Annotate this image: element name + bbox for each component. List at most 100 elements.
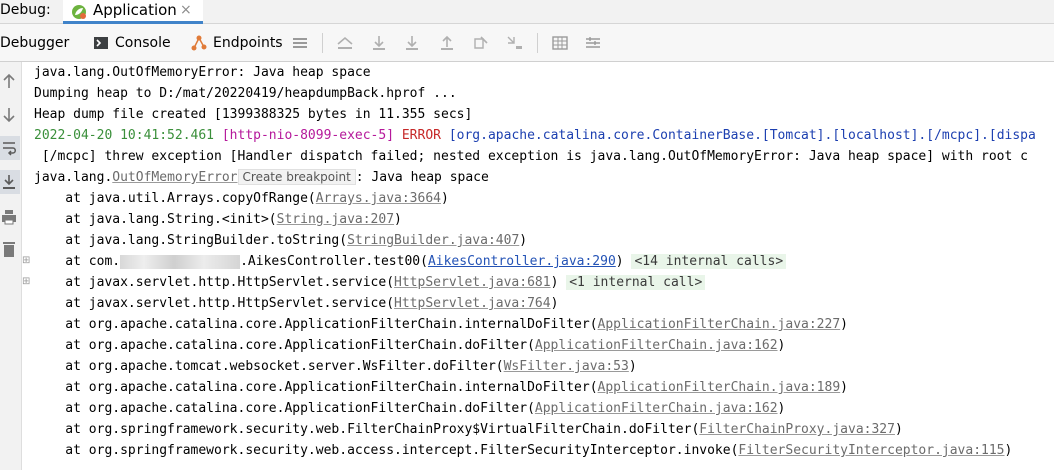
show-execution-point-icon[interactable] xyxy=(336,34,354,52)
stack-frame: at org.apache.tomcat.websocket.server.Ws… xyxy=(34,356,636,377)
step-into-icon[interactable] xyxy=(403,34,421,52)
expand-fold-icon[interactable]: ⊞ xyxy=(22,276,30,287)
console-icon xyxy=(94,37,108,49)
stack-frame: at org.apache.catalina.core.ApplicationF… xyxy=(34,377,848,398)
trash-icon[interactable] xyxy=(1,240,17,258)
debug-toolbar: Debugger Console Endpoints xyxy=(0,24,1054,62)
frame-text: at org.springframework.security.web.acce… xyxy=(34,443,739,458)
internal-calls-badge[interactable]: <14 internal calls> xyxy=(631,254,787,269)
console-line: java.lang.OutOfMemoryError: Java heap sp… xyxy=(34,62,371,83)
soft-wrap-icon[interactable] xyxy=(1,139,17,157)
frame-text: ) xyxy=(1004,443,1013,458)
frame-text: ) xyxy=(519,233,528,248)
expand-fold-icon[interactable]: ⊞ xyxy=(22,255,30,266)
redacted-package xyxy=(120,254,241,269)
stack-frame: at org.springframework.security.web.Filt… xyxy=(34,419,903,440)
stack-frame: at javax.servlet.http.HttpServlet.servic… xyxy=(34,272,706,293)
source-link[interactable]: HttpServlet.java:764 xyxy=(394,296,551,311)
source-link[interactable]: HttpServlet.java:681 xyxy=(394,275,551,290)
frame-text: ) xyxy=(394,212,402,227)
console-line: java.lang.OutOfMemoryError Create breakpo… xyxy=(34,167,489,188)
internal-calls-badge[interactable]: <1 internal call> xyxy=(566,275,706,290)
frame-text: at com. xyxy=(34,254,121,269)
console-line: Dumping heap to D:/mat/20220419/heapdump… xyxy=(34,83,457,104)
frame-text: at java.lang.String.<init>( xyxy=(34,212,277,227)
stack-frame: at org.springframework.security.web.acce… xyxy=(34,440,1012,461)
frame-text: at org.apache.catalina.core.ApplicationF… xyxy=(34,317,598,332)
frame-text: ) xyxy=(840,380,848,395)
stack-frame: at com. .AikesController.test00(AikesCont… xyxy=(34,251,787,272)
console-line: [/mcpc] threw exception [Handler dispatc… xyxy=(34,146,1028,167)
frame-text: at org.apache.catalina.core.ApplicationF… xyxy=(34,380,598,395)
close-icon[interactable]: × xyxy=(180,2,192,18)
stack-frame: at javax.servlet.http.HttpServlet.servic… xyxy=(34,293,558,314)
frame-text: at org.springframework.security.web.Filt… xyxy=(34,422,700,437)
console-output[interactable]: java.lang.OutOfMemoryError : Java heap sp… xyxy=(22,62,1054,470)
console-text: Dumping heap to D:/mat/20220419/heapdump… xyxy=(34,86,457,101)
stack-frame: at org.apache.catalina.core.ApplicationF… xyxy=(34,314,848,335)
frame-text: at javax.servlet.http.HttpServlet.servic… xyxy=(34,296,395,311)
endpoints-icon xyxy=(191,35,207,51)
console-text: [/mcpc] threw exception [Handler dispatc… xyxy=(34,149,1028,164)
console-gutter xyxy=(0,62,22,470)
exception-link[interactable]: OutOfMemoryError xyxy=(112,170,237,185)
frame-text: ) xyxy=(441,191,449,206)
console-text: java.lang.OutOfMemoryError: Java heap sp… xyxy=(34,65,371,80)
source-link[interactable]: ApplicationFilterChain.java:227 xyxy=(598,317,841,332)
tab-endpoints[interactable]: Endpoints xyxy=(213,35,283,51)
source-link[interactable]: ApplicationFilterChain.java:162 xyxy=(535,401,778,416)
source-link[interactable]: Arrays.java:3664 xyxy=(316,191,441,206)
frame-text: ) xyxy=(777,338,786,353)
print-icon[interactable] xyxy=(1,208,17,226)
toolbar-divider xyxy=(537,33,538,53)
toolbar-divider xyxy=(322,33,323,53)
debug-tab-bar: Debug: Application × xyxy=(0,0,1054,24)
stack-frame: at org.apache.catalina.core.ApplicationF… xyxy=(34,398,785,419)
menu-icon[interactable] xyxy=(291,34,309,52)
source-link[interactable]: StringBuilder.java:407 xyxy=(347,233,519,248)
console-text: Heap dump file created [1399388325 bytes… xyxy=(34,107,473,122)
frame-text: at org.apache.catalina.core.ApplicationF… xyxy=(34,338,535,353)
console-line: Heap dump file created [1399388325 bytes… xyxy=(34,104,472,125)
source-link[interactable]: ApplicationFilterChain.java:189 xyxy=(598,380,841,395)
step-over-icon[interactable] xyxy=(370,34,388,52)
log-level: ERROR xyxy=(401,128,441,143)
scroll-to-end-icon[interactable] xyxy=(1,173,17,191)
console-text: : Java heap space xyxy=(355,170,489,185)
source-link[interactable]: ApplicationFilterChain.java:162 xyxy=(535,338,778,353)
source-link[interactable]: WsFilter.java:53 xyxy=(504,359,629,374)
frame-text: at org.apache.catalina.core.ApplicationF… xyxy=(34,401,535,416)
evaluate-expression-icon[interactable] xyxy=(551,34,569,52)
source-link[interactable]: FilterSecurityInterceptor.java:115 xyxy=(738,443,1004,458)
tab-debugger[interactable]: Debugger xyxy=(0,35,69,51)
step-out-icon[interactable] xyxy=(438,34,456,52)
log-thread: [http-nio-8099-exec-5] xyxy=(221,128,395,143)
tab-application[interactable]: Application × xyxy=(63,0,203,24)
frame-text: at java.lang.StringBuilder.toString( xyxy=(34,233,348,248)
tab-console[interactable]: Console xyxy=(115,35,171,51)
stack-frame: at java.lang.StringBuilder.toString(Stri… xyxy=(34,230,527,251)
frame-text: at javax.servlet.http.HttpServlet.servic… xyxy=(34,275,395,290)
frame-text: ) xyxy=(894,422,903,437)
tab-application-label: Application xyxy=(93,1,177,19)
console-line: 2022-04-20 10:41:52.461 [http-nio-8099-e… xyxy=(34,125,1036,146)
run-to-cursor-icon[interactable] xyxy=(506,34,524,52)
frame-text: ) xyxy=(550,275,567,290)
create-breakpoint-tooltip[interactable]: Create breakpoint xyxy=(237,169,356,185)
source-link[interactable]: AikesController.java:290 xyxy=(428,254,616,269)
arrow-down-icon[interactable] xyxy=(1,106,17,124)
frame-text: at org.apache.tomcat.websocket.server.Ws… xyxy=(34,359,504,374)
arrow-up-icon[interactable] xyxy=(1,72,17,90)
frame-text: ) xyxy=(777,401,786,416)
stack-frame: at java.lang.String.<init>(String.java:2… xyxy=(34,209,402,230)
log-timestamp: 2022-04-20 10:41:52.461 xyxy=(34,128,215,143)
debug-label: Debug: xyxy=(0,2,51,18)
drop-frame-icon[interactable] xyxy=(472,34,490,52)
console-text: java.lang. xyxy=(34,170,113,185)
source-link[interactable]: FilterChainProxy.java:327 xyxy=(699,422,895,437)
trace-stream-icon[interactable] xyxy=(584,34,602,52)
source-link[interactable]: String.java:207 xyxy=(277,212,394,227)
frame-text: ) xyxy=(550,296,559,311)
frame-text: ) xyxy=(615,254,632,269)
stack-frame: at org.apache.catalina.core.ApplicationF… xyxy=(34,335,785,356)
